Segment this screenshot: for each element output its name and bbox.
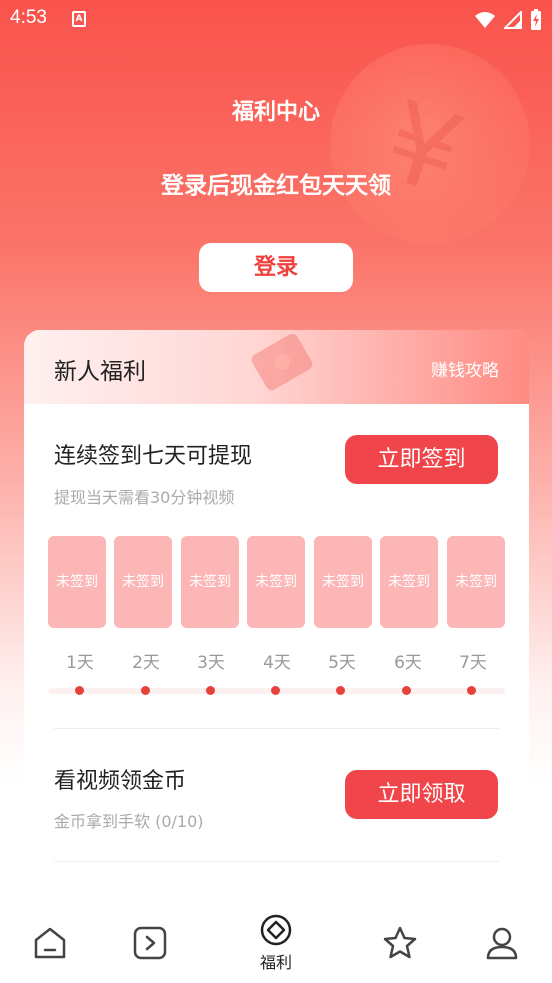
page-subtitle: 登录后现金红包天天领: [161, 173, 391, 199]
progress-dot-3: [206, 686, 215, 695]
earning-guide-link[interactable]: 赚钱攻略: [431, 356, 499, 381]
tab-video[interactable]: [120, 913, 180, 973]
battery-charging-icon: [531, 9, 541, 30]
bottom-tab-bar: 福利: [0, 895, 552, 983]
video-subtitle: 金币拿到手软 (0/10): [54, 812, 204, 831]
tab-favorites[interactable]: [370, 913, 430, 973]
star-icon: [383, 926, 417, 959]
day-box-4[interactable]: 未签到: [247, 536, 305, 628]
section-divider: [54, 861, 499, 862]
day-label-1: 1天: [66, 653, 94, 673]
day-label-6: 6天: [394, 653, 422, 673]
progress-dot-2: [141, 686, 150, 695]
home-icon: [34, 927, 66, 959]
day-label-3: 3天: [197, 653, 225, 673]
day-box-1[interactable]: 未签到: [48, 536, 106, 628]
day-box-2[interactable]: 未签到: [114, 536, 172, 628]
benefits-diamond-icon: [260, 914, 292, 946]
progress-dot-5: [336, 686, 345, 695]
day-box-5[interactable]: 未签到: [314, 536, 372, 628]
progress-dot-6: [402, 686, 411, 695]
card-header: 新人福利 赚钱攻略: [24, 330, 529, 404]
tab-home[interactable]: [20, 913, 80, 973]
tab-benefits-label: 福利: [259, 953, 292, 972]
day-box-7[interactable]: 未签到: [447, 536, 505, 628]
login-button[interactable]: 登录: [199, 243, 353, 292]
checkin-button[interactable]: 立即签到: [345, 435, 498, 484]
status-time: 4:53: [10, 7, 47, 28]
day-label-2: 2天: [132, 653, 160, 673]
tab-benefits[interactable]: 福利: [246, 913, 306, 973]
checkin-subtitle: 提现当天需看30分钟视频: [54, 488, 235, 507]
notification-icon: A: [72, 11, 86, 27]
progress-dot-7: [467, 686, 476, 695]
progress-dot-1: [75, 686, 84, 695]
play-video-icon: [133, 926, 167, 960]
video-title: 看视频领金币: [54, 769, 187, 794]
page-title: 福利中心: [231, 100, 320, 125]
newcomer-benefits-card: 新人福利 赚钱攻略 连续签到七天可提现 提现当天需看30分钟视频 立即签到 未签…: [24, 330, 529, 920]
red-envelope-icon: [249, 331, 315, 393]
system-icons: [474, 9, 542, 31]
day-label-7: 7天: [459, 653, 487, 673]
day-box-3[interactable]: 未签到: [181, 536, 239, 628]
progress-dot-4: [271, 686, 280, 695]
day-label-5: 5天: [328, 653, 356, 673]
status-bar: 4:53 A: [0, 0, 552, 40]
checkin-days: 未签到 未签到 未签到 未签到 未签到 未签到 未签到: [48, 536, 505, 628]
claim-button[interactable]: 立即领取: [345, 770, 498, 819]
signal-icon: [504, 11, 522, 29]
day-label-4: 4天: [263, 653, 291, 673]
section-divider: [54, 728, 499, 729]
checkin-title: 连续签到七天可提现: [54, 444, 253, 469]
wifi-icon: [475, 12, 495, 28]
day-box-6[interactable]: 未签到: [380, 536, 438, 628]
user-icon: [486, 927, 518, 960]
coin-decoration: ¥: [330, 44, 530, 244]
card-title: 新人福利: [54, 359, 146, 385]
tab-profile[interactable]: [472, 913, 532, 973]
